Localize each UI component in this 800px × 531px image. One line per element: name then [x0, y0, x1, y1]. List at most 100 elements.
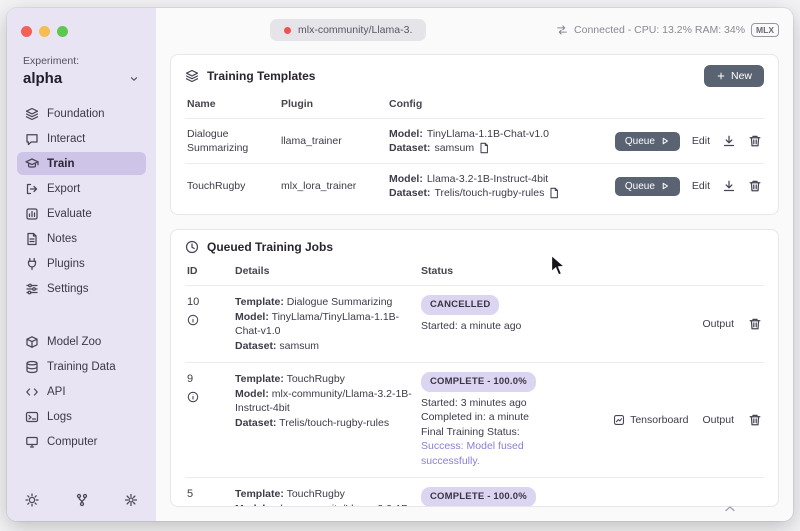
- current-model-pill[interactable]: mlx-community/Llama-3.: [270, 19, 427, 41]
- queued-jobs-panel: Queued Training Jobs ID Details Status 1…: [170, 229, 779, 507]
- sidebar-item-computer[interactable]: Computer: [17, 430, 146, 453]
- template-config: Model: TinyLlama-1.1B-Chat-v1.0 Dataset:…: [389, 127, 584, 155]
- model-value: TinyLlama-1.1B-Chat-v1.0: [426, 128, 549, 140]
- trash-icon: [749, 180, 761, 192]
- sidebar-item-logs[interactable]: Logs: [17, 405, 146, 428]
- primary-menu: Foundation Interact Train Export Evaluat…: [17, 102, 146, 300]
- zoom-window-button[interactable]: [57, 26, 68, 37]
- topbar: mlx-community/Llama-3. Connected - CPU: …: [156, 8, 793, 44]
- mlx-badge: MLX: [751, 23, 779, 37]
- status-badge: CANCELLED: [421, 295, 500, 315]
- sidebar-item-train[interactable]: Train: [17, 152, 146, 175]
- code-icon: [26, 387, 38, 396]
- sidebar-item-label: Settings: [47, 282, 89, 295]
- trash-icon: [749, 414, 761, 426]
- sidebar-item-settings[interactable]: Settings: [17, 277, 146, 300]
- job-details: Template: Dialogue Summarizing Model: Ti…: [235, 295, 413, 353]
- model-value: Llama-3.2-1B-Instruct-4bit: [426, 173, 549, 185]
- download-template-button[interactable]: [722, 179, 736, 193]
- plug-icon: [27, 257, 37, 270]
- output-link[interactable]: Output: [702, 317, 734, 332]
- delete-template-button[interactable]: [748, 134, 762, 148]
- secondary-menu: Model Zoo Training Data API Logs Compute…: [17, 330, 146, 453]
- panel-title: Training Templates: [207, 69, 316, 83]
- queue-button[interactable]: Queue: [614, 131, 680, 151]
- close-window-button[interactable]: [21, 26, 32, 37]
- chart-box-icon: [26, 207, 38, 220]
- output-link[interactable]: Output: [702, 413, 734, 428]
- status-badge: COMPLETE - 100.0%: [421, 487, 536, 506]
- sidebar-item-api[interactable]: API: [17, 380, 146, 403]
- theme-toggle-button[interactable]: [25, 493, 39, 507]
- collapse-caret-button[interactable]: [723, 502, 737, 521]
- info-icon: [187, 314, 199, 325]
- dataset-label: Dataset:: [389, 142, 431, 154]
- job-completed: Completed in: a minute: [421, 411, 529, 423]
- job-id: 9: [187, 373, 194, 385]
- delete-job-button[interactable]: [748, 413, 762, 427]
- sidebar: Experiment: alpha Foundation Interact Tr…: [7, 8, 156, 521]
- sidebar-item-notes[interactable]: Notes: [17, 227, 146, 250]
- sidebar-item-model-zoo[interactable]: Model Zoo: [17, 330, 146, 353]
- sidebar-item-foundation[interactable]: Foundation: [17, 102, 146, 125]
- model-label: Model:: [235, 310, 269, 323]
- final-status-value: Success: Model fused successfully.: [421, 440, 524, 467]
- git-branch-button[interactable]: [75, 493, 89, 507]
- plus-icon: [717, 72, 725, 80]
- layers-icon: [25, 107, 39, 120]
- sliders-icon: [26, 283, 38, 294]
- new-template-button[interactable]: New: [703, 65, 764, 87]
- delete-template-button[interactable]: [748, 179, 762, 193]
- sidebar-item-training-data[interactable]: Training Data: [17, 355, 146, 378]
- file-icon: [550, 187, 559, 199]
- job-id: 5: [187, 488, 194, 500]
- sidebar-item-plugins[interactable]: Plugins: [17, 252, 146, 275]
- col-id: ID: [187, 265, 198, 277]
- minimize-window-button[interactable]: [39, 26, 50, 37]
- chevron-down-icon: [130, 76, 138, 81]
- terminal-icon: [25, 411, 39, 422]
- edit-template-link[interactable]: Edit: [692, 179, 710, 193]
- experiment-selector[interactable]: alpha: [23, 70, 140, 87]
- trash-icon: [749, 318, 761, 330]
- panel-title: Queued Training Jobs: [207, 240, 334, 254]
- template-name: Dialogue Summarizing: [187, 128, 249, 154]
- delete-job-button[interactable]: [748, 317, 762, 331]
- job-status: COMPLETE - 100.0% Started: a day ago Com…: [421, 487, 558, 506]
- file-icon: [480, 142, 489, 154]
- queue-button-label: Queue: [624, 180, 655, 192]
- template-value: Dialogue Summarizing: [286, 296, 393, 308]
- layers-icon: [185, 69, 199, 83]
- tensorboard-label: Tensorboard: [630, 413, 689, 426]
- app-window: Experiment: alpha Foundation Interact Tr…: [7, 8, 793, 521]
- git-branch-icon: [76, 493, 87, 507]
- job-row: 5 Template: TouchRugby Model: mlx-commun…: [185, 478, 764, 507]
- chat-icon: [26, 133, 38, 145]
- tensorboard-link[interactable]: Tensorboard: [613, 413, 688, 428]
- template-row: TouchRugby mlx_lora_trainer Model: Llama…: [185, 164, 764, 208]
- job-info-button[interactable]: [187, 314, 199, 326]
- sidebar-item-evaluate[interactable]: Evaluate: [17, 202, 146, 225]
- sidebar-item-export[interactable]: Export: [17, 177, 146, 200]
- job-info-button[interactable]: [187, 391, 199, 403]
- dataset-label: Dataset:: [235, 339, 277, 352]
- sidebar-item-label: Computer: [47, 435, 98, 448]
- job-details: Template: TouchRugby Model: mlx-communit…: [235, 372, 413, 468]
- experiment-name: alpha: [23, 70, 63, 87]
- edit-template-link[interactable]: Edit: [692, 134, 710, 148]
- main-area: mlx-community/Llama-3. Connected - CPU: …: [156, 8, 793, 521]
- col-config: Config: [389, 98, 423, 110]
- sidebar-item-interact[interactable]: Interact: [17, 127, 146, 150]
- download-template-button[interactable]: [722, 134, 736, 148]
- queue-button[interactable]: Queue: [614, 176, 680, 196]
- model-status-dot: [284, 26, 291, 34]
- job-info-button[interactable]: [187, 506, 199, 507]
- connection-status-text: Connected - CPU: 13.2% RAM: 34%: [574, 24, 746, 36]
- sidebar-item-label: Export: [47, 182, 81, 195]
- settings-button[interactable]: [124, 493, 138, 507]
- template-label: Template:: [235, 373, 284, 385]
- dataset-value: Trelis/touch-rugby-rules: [279, 416, 390, 429]
- col-status: Status: [421, 265, 454, 277]
- model-label: Model:: [389, 128, 423, 140]
- content: Training Templates New Name Plugin Confi…: [156, 44, 793, 521]
